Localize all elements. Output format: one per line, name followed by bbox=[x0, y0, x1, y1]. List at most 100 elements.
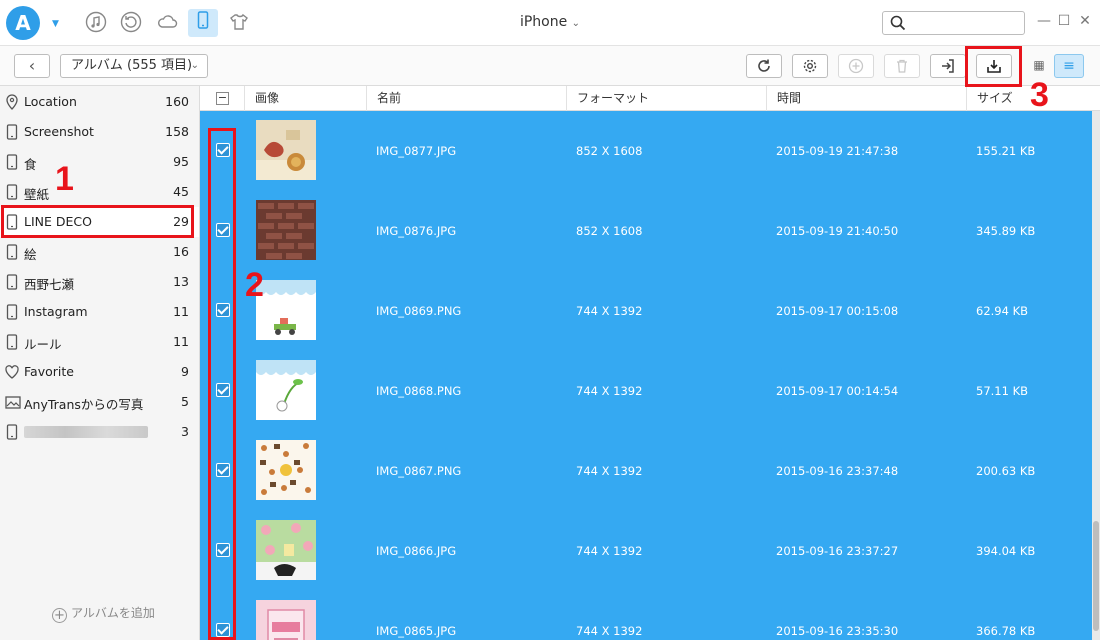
photo-name: IMG_0868.PNG bbox=[376, 384, 462, 398]
sidebar-item-food[interactable]: 食 95 bbox=[0, 147, 199, 177]
annotation-highlight-album bbox=[1, 205, 194, 238]
sidebar-item-count: 45 bbox=[173, 184, 189, 199]
photo-thumbnail[interactable] bbox=[256, 120, 316, 180]
grid-view-icon: ▦ bbox=[1033, 58, 1045, 72]
phone-icon bbox=[5, 334, 19, 350]
location-pin-icon bbox=[5, 94, 19, 110]
table-row[interactable]: IMG_0866.JPG 744 X 1392 2015-09-16 23:37… bbox=[200, 511, 1100, 591]
annotation-highlight-export bbox=[965, 46, 1022, 87]
photo-thumbnail[interactable] bbox=[256, 600, 316, 640]
search-field[interactable] bbox=[882, 11, 1025, 35]
heart-icon bbox=[5, 364, 19, 380]
search-input[interactable] bbox=[911, 14, 1019, 32]
photo-size: 200.63 KB bbox=[976, 464, 1036, 478]
table-row[interactable]: IMG_0868.PNG 744 X 1392 2015-09-17 00:14… bbox=[200, 351, 1100, 431]
table-row[interactable]: IMG_0869.PNG 744 X 1392 2015-09-17 00:15… bbox=[200, 271, 1100, 351]
album-selector[interactable]: アルバム (555 項目) ⌄ bbox=[60, 54, 208, 78]
table-row[interactable]: IMG_0865.JPG 744 X 1392 2015-09-16 23:35… bbox=[200, 591, 1100, 640]
app-logo-icon[interactable]: A bbox=[6, 6, 40, 40]
column-header-format[interactable]: フォーマット bbox=[566, 86, 766, 111]
sidebar-item-count: 9 bbox=[181, 364, 189, 379]
annotation-step-1: 1 bbox=[55, 160, 74, 198]
column-header-name[interactable]: 名前 bbox=[366, 86, 566, 111]
sidebar-item-screenshot[interactable]: Screenshot 158 bbox=[0, 117, 199, 147]
list-view-button[interactable]: ≡ bbox=[1054, 54, 1084, 78]
photo-size: 394.04 KB bbox=[976, 544, 1036, 558]
photo-time: 2015-09-17 00:14:54 bbox=[776, 384, 899, 398]
photo-thumbnail[interactable] bbox=[256, 440, 316, 500]
column-header-time[interactable]: 時間 bbox=[766, 86, 966, 111]
grid-view-button[interactable]: ▦ bbox=[1024, 54, 1054, 78]
select-all-checkbox[interactable]: − bbox=[216, 92, 229, 105]
phone-icon[interactable] bbox=[188, 9, 218, 37]
photo-name: IMG_0867.PNG bbox=[376, 464, 462, 478]
toolbar: ‹ アルバム (555 項目) ⌄ ▦ ≡ bbox=[0, 46, 1100, 86]
sidebar-item-label: 壁紙 bbox=[24, 187, 50, 202]
device-selector[interactable]: iPhone ⌄ bbox=[500, 14, 600, 30]
table-row[interactable]: IMG_0877.JPG 852 X 1608 2015-09-19 21:47… bbox=[200, 111, 1100, 191]
minimize-icon[interactable]: — bbox=[1035, 12, 1053, 30]
photo-time: 2015-09-17 00:15:08 bbox=[776, 304, 899, 318]
sidebar-item-anytrans-photos[interactable]: AnyTransからの写真 5 bbox=[0, 387, 199, 417]
phone-icon bbox=[5, 274, 19, 290]
table-body: IMG_0877.JPG 852 X 1608 2015-09-19 21:47… bbox=[200, 111, 1100, 640]
music-icon[interactable] bbox=[84, 11, 108, 35]
sidebar-item-nishino-nanase[interactable]: 西野七瀬 13 bbox=[0, 267, 199, 297]
chevron-left-icon: ‹ bbox=[28, 56, 36, 75]
sidebar-item-hidden[interactable]: 3 bbox=[0, 417, 199, 447]
sidebar-item-instagram[interactable]: Instagram 11 bbox=[0, 297, 199, 327]
title-bar: A ▼ iPhone ⌄ — ☐ ✕ bbox=[0, 0, 1100, 46]
table-row[interactable]: IMG_0876.JPG 852 X 1608 2015-09-19 21:40… bbox=[200, 191, 1100, 271]
photo-thumbnail[interactable] bbox=[256, 280, 316, 340]
annotation-highlight-checkboxes bbox=[208, 128, 236, 640]
phone-icon bbox=[5, 424, 19, 440]
photo-table: − 画像 名前 フォーマット 時間 サイズ IMG_0877.JPG 852 X… bbox=[200, 86, 1100, 640]
import-button[interactable] bbox=[930, 54, 966, 78]
sidebar-item-favorite[interactable]: Favorite 9 bbox=[0, 357, 199, 387]
settings-button[interactable] bbox=[792, 54, 828, 78]
back-button[interactable]: ‹ bbox=[14, 54, 50, 78]
maximize-icon[interactable]: ☐ bbox=[1055, 12, 1073, 30]
photo-time: 2015-09-16 23:37:48 bbox=[776, 464, 899, 478]
sidebar-item-label: AnyTransからの写真 bbox=[24, 397, 144, 412]
phone-icon bbox=[5, 304, 19, 320]
photo-time: 2015-09-19 21:40:50 bbox=[776, 224, 899, 238]
sidebar-item-count: 95 bbox=[173, 154, 189, 169]
sidebar-item-drawing[interactable]: 絵 16 bbox=[0, 237, 199, 267]
photo-format: 744 X 1392 bbox=[576, 384, 643, 398]
album-sidebar: Location 160 Screenshot 158 食 95 壁紙 45 L… bbox=[0, 86, 200, 640]
column-header-image[interactable]: 画像 bbox=[244, 86, 366, 111]
shirt-icon[interactable] bbox=[227, 11, 251, 35]
delete-button[interactable] bbox=[884, 54, 920, 78]
search-icon bbox=[890, 15, 906, 31]
photo-format: 744 X 1392 bbox=[576, 304, 643, 318]
scrollbar-thumb[interactable] bbox=[1093, 521, 1099, 631]
chevron-down-icon: ⌄ bbox=[190, 60, 199, 71]
table-row[interactable]: IMG_0867.PNG 744 X 1392 2015-09-16 23:37… bbox=[200, 431, 1100, 511]
history-icon[interactable] bbox=[119, 11, 143, 35]
add-album-button[interactable]: + アルバムを追加 bbox=[52, 604, 155, 623]
photo-thumbnail[interactable] bbox=[256, 200, 316, 260]
sidebar-item-wallpaper[interactable]: 壁紙 45 bbox=[0, 177, 199, 207]
sidebar-item-rule[interactable]: ルール 11 bbox=[0, 327, 199, 357]
photo-time: 2015-09-16 23:35:30 bbox=[776, 624, 899, 638]
table-header: − 画像 名前 フォーマット 時間 サイズ bbox=[200, 86, 1100, 111]
sidebar-item-label: Instagram bbox=[24, 304, 88, 319]
sidebar-item-location[interactable]: Location 160 bbox=[0, 87, 199, 117]
photo-thumbnail[interactable] bbox=[256, 520, 316, 580]
add-icon: + bbox=[52, 608, 67, 623]
photo-thumbnail[interactable] bbox=[256, 360, 316, 420]
sidebar-item-count: 11 bbox=[173, 304, 189, 319]
sidebar-item-label: Screenshot bbox=[24, 124, 94, 139]
add-button[interactable] bbox=[838, 54, 874, 78]
vertical-scrollbar[interactable] bbox=[1092, 111, 1100, 640]
sidebar-item-count: 16 bbox=[173, 244, 189, 259]
cloud-icon[interactable] bbox=[155, 11, 179, 35]
sidebar-item-count: 160 bbox=[165, 94, 189, 109]
photo-format: 744 X 1392 bbox=[576, 624, 643, 638]
photo-format: 852 X 1608 bbox=[576, 144, 643, 158]
chevron-down-icon: ⌄ bbox=[571, 18, 581, 29]
chevron-down-icon[interactable]: ▼ bbox=[52, 19, 62, 29]
refresh-button[interactable] bbox=[746, 54, 782, 78]
close-icon[interactable]: ✕ bbox=[1076, 12, 1094, 30]
